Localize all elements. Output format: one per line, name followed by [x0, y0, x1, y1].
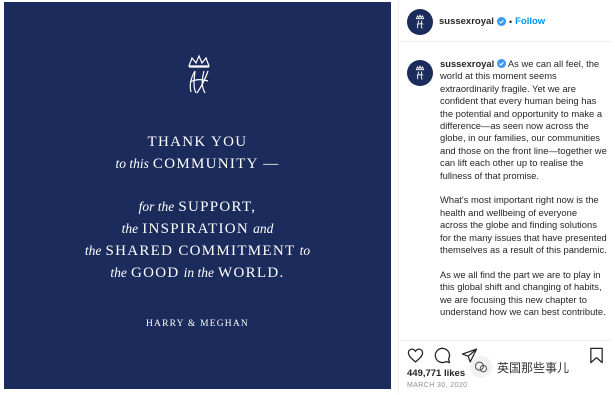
- likes-count[interactable]: 449,771 likes: [407, 368, 465, 379]
- caption-paragraph-3: As we all find the part we are to play i…: [440, 268, 606, 318]
- watermark: 英国那些事儿: [470, 356, 569, 378]
- post-date: MARCH 30, 2020: [407, 382, 468, 389]
- crown-monogram-icon: [415, 65, 425, 80]
- verified-badge-icon: [496, 17, 506, 26]
- caption-paragraph-1: sussexroyal As we can all feel, the worl…: [440, 58, 607, 181]
- verified-badge-icon: [496, 59, 506, 68]
- comment-icon[interactable]: [434, 347, 451, 364]
- post-message: THANK YOU to this COMMUNITY — for the SU…: [4, 132, 391, 284]
- post-line-4: the INSPIRATION and: [121, 221, 274, 237]
- caption-avatar[interactable]: [407, 60, 433, 86]
- follow-button[interactable]: Follow: [515, 16, 545, 27]
- heart-icon[interactable]: [407, 347, 424, 364]
- post-line-5: the SHARED COMMITMENT to: [84, 243, 311, 259]
- post-line-6: the GOOD in the WORLD.: [110, 265, 285, 281]
- avatar[interactable]: [407, 8, 433, 35]
- caption: sussexroyal As we can all feel, the worl…: [407, 58, 607, 331]
- crown-monogram-icon: [188, 54, 210, 94]
- post-signature: HARRY & MEGHAN: [145, 319, 249, 329]
- wechat-logo-icon: [470, 356, 492, 378]
- post-header: sussexroyal • Follow: [399, 2, 612, 42]
- bookmark-icon[interactable]: [589, 347, 604, 364]
- crown-monogram-icon: [415, 13, 425, 29]
- header-username[interactable]: sussexroyal: [439, 16, 494, 27]
- post-line-1: THANK YOU: [147, 134, 248, 150]
- post-line-2: to this COMMUNITY —: [115, 156, 280, 172]
- post-image[interactable]: THANK YOU to this COMMUNITY — for the SU…: [4, 2, 391, 389]
- caption-text: sussexroyal As we can all feel, the worl…: [440, 58, 607, 331]
- post-line-3: for the SUPPORT,: [138, 199, 257, 215]
- post-detail-panel: sussexroyal • Follow sussexroyal As we c…: [398, 2, 612, 393]
- caption-username[interactable]: sussexroyal: [440, 58, 494, 69]
- watermark-text: 英国那些事儿: [497, 360, 570, 375]
- separator-dot: •: [508, 16, 513, 27]
- caption-paragraph-2: What's most important right now is the h…: [440, 194, 607, 256]
